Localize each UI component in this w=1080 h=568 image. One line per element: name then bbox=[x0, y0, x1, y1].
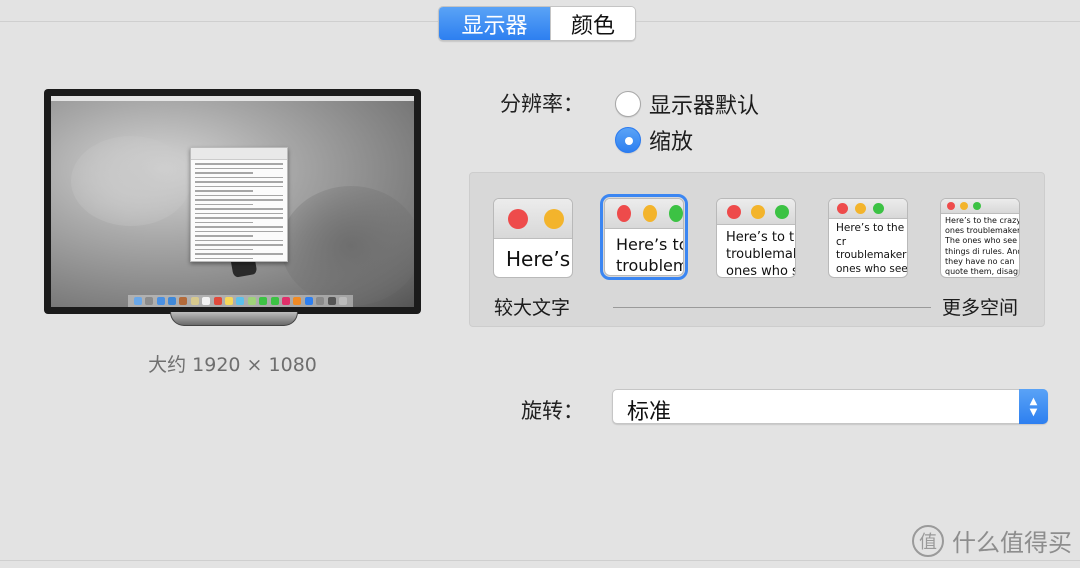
desktop-wallpaper bbox=[51, 96, 414, 307]
scale-min-label: 较大文字 bbox=[494, 297, 571, 319]
scale-max-label: 更多空间 bbox=[942, 297, 1019, 319]
radio-label: 显示器默认 bbox=[649, 94, 760, 119]
zoom-dot-icon bbox=[775, 204, 789, 219]
close-dot-icon bbox=[837, 203, 848, 214]
close-dot-icon bbox=[727, 204, 741, 219]
preview-text: Here’s to th troublemak ones who s bbox=[726, 230, 796, 278]
close-dot-icon bbox=[508, 208, 528, 229]
monitor-stand bbox=[170, 312, 298, 326]
sample-document-window bbox=[190, 147, 288, 262]
close-dot-icon bbox=[617, 205, 631, 222]
minimize-dot-icon bbox=[751, 204, 765, 219]
zoom-dot-icon bbox=[973, 202, 981, 210]
watermark: 值 什么值得买 bbox=[912, 523, 1072, 558]
preview-text: Here’s bbox=[506, 247, 571, 271]
display-preview-image bbox=[44, 89, 421, 314]
dock bbox=[128, 295, 353, 307]
radio-button[interactable] bbox=[615, 91, 641, 117]
radio-label: 缩放 bbox=[649, 130, 694, 155]
preview-text: Here’s to the cr troublemakers. ones who… bbox=[836, 222, 908, 277]
minimize-dot-icon bbox=[643, 205, 657, 222]
rotation-value: 标准 bbox=[627, 400, 672, 425]
scale-option-2-selected[interactable]: Here’s to troublem bbox=[600, 194, 688, 280]
zoom-dot-icon bbox=[669, 205, 683, 222]
zhi-logo-icon: 值 bbox=[912, 524, 944, 557]
minimize-dot-icon bbox=[544, 208, 564, 229]
close-dot-icon bbox=[947, 202, 955, 210]
zoom-dot-icon bbox=[873, 203, 884, 214]
scale-option-3[interactable]: Here’s to th troublemak ones who s bbox=[716, 198, 796, 278]
radio-default-display[interactable]: 显示器默认 bbox=[615, 88, 759, 120]
bottom-divider bbox=[0, 560, 1080, 561]
resolution-label: 分辨率： bbox=[500, 92, 584, 116]
preview-text: Here’s to troublem bbox=[616, 235, 684, 275]
tab-bar: 显示器 颜色 bbox=[438, 6, 636, 41]
menu-bar bbox=[51, 96, 414, 101]
tab-color[interactable]: 颜色 bbox=[550, 7, 635, 40]
resolution-caption: 大约 1920 × 1080 bbox=[148, 354, 317, 376]
rotation-label: 旋转： bbox=[521, 399, 584, 423]
tab-display[interactable]: 显示器 bbox=[439, 7, 550, 40]
watermark-text: 什么值得买 bbox=[952, 529, 1072, 557]
minimize-dot-icon bbox=[855, 203, 866, 214]
rotation-select[interactable]: 标准 ▲ ▼ bbox=[612, 389, 1048, 425]
scale-option-4[interactable]: Here’s to the cr troublemakers. ones who… bbox=[828, 198, 908, 278]
preview-text: Here’s to the crazy ones troublemakers. … bbox=[945, 216, 1020, 277]
scale-option-larger-text[interactable]: Here’s bbox=[493, 198, 573, 278]
minimize-dot-icon bbox=[960, 202, 968, 210]
radio-button-selected[interactable] bbox=[615, 127, 641, 153]
scale-track bbox=[613, 307, 931, 308]
stepper-arrows-icon[interactable]: ▲ ▼ bbox=[1019, 389, 1048, 424]
scale-option-more-space[interactable]: Here’s to the crazy ones troublemakers. … bbox=[940, 198, 1020, 278]
radio-scaled[interactable]: 缩放 bbox=[615, 124, 693, 156]
